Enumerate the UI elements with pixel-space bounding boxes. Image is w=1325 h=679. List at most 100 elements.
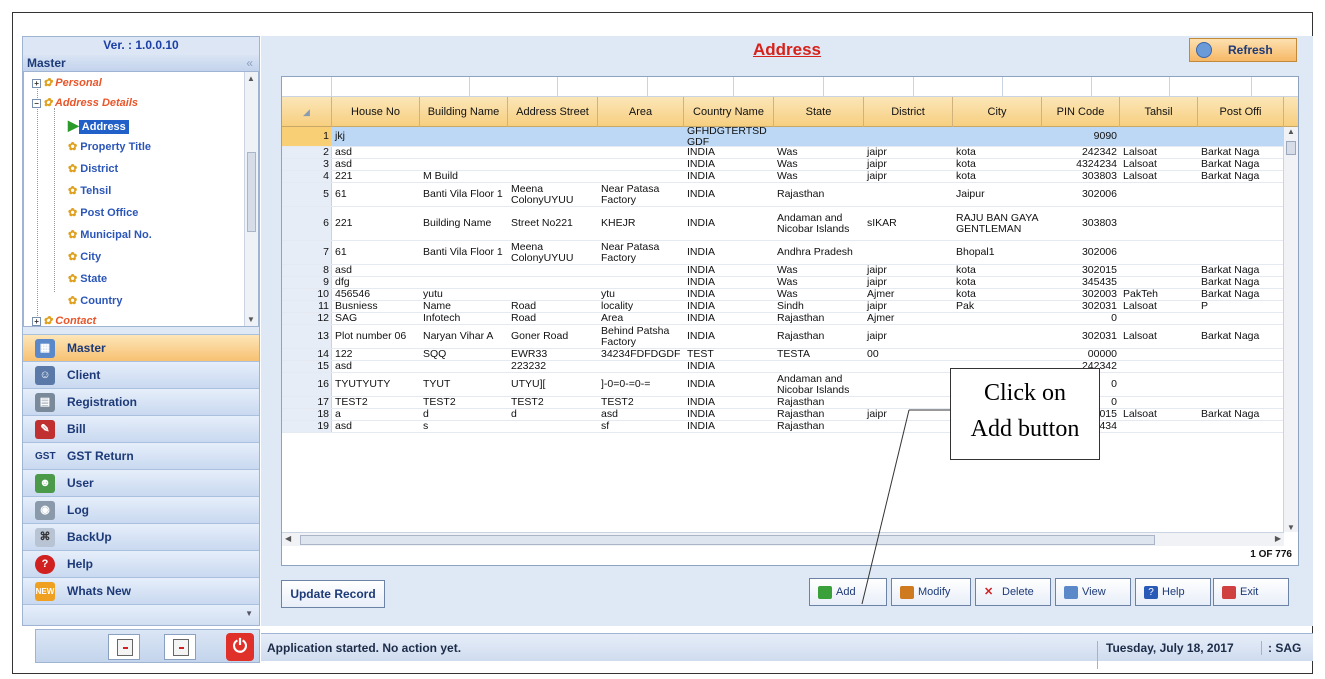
column-header[interactable]: Post Offi <box>1198 97 1284 127</box>
scroll-right-icon[interactable]: ▶ <box>1275 534 1281 543</box>
grid-vertical-scrollbar[interactable]: ▲ ▼ <box>1283 127 1298 532</box>
column-header[interactable]: Country Name <box>684 97 774 127</box>
table-row[interactable]: 14 122 SQQ EWR33 34234FDFDGDF TEST TESTA 00 0000… <box>282 349 1284 361</box>
grid-filter-row[interactable] <box>282 77 1298 97</box>
expand-icon[interactable]: + <box>32 79 41 88</box>
tree-node-country[interactable]: ✿ Country <box>68 292 122 310</box>
tree-node-city[interactable]: ✿ City <box>68 248 101 266</box>
filter-cell[interactable] <box>282 77 332 97</box>
table-row[interactable]: 18addasdINDIARajasthanjaiprJaipur302015L… <box>282 409 1284 421</box>
update-record-button[interactable]: Update Record <box>281 580 385 608</box>
nav-user[interactable]: ☻ User <box>23 469 259 496</box>
filter-cell[interactable] <box>914 77 1003 97</box>
table-row[interactable]: 5 61 Banti Vila Floor 1 Meena ColonyUYUU Nea… <box>282 183 1284 207</box>
table-cell <box>953 127 1042 146</box>
table-row[interactable]: 3 asd INDIA Was jaipr kota 4324234 Lalsoat Barka… <box>282 159 1284 171</box>
chevron-down-icon[interactable]: ▼ <box>245 609 253 618</box>
nav-gst-return[interactable]: GST GST Return <box>23 442 259 469</box>
table-row[interactable]: 2 asd INDIA Was jaipr kota 242342 Lalsoat Barkat… <box>282 147 1284 159</box>
refresh-button[interactable]: Refresh <box>1189 38 1297 62</box>
filter-cell[interactable] <box>1003 77 1092 97</box>
table-row[interactable]: 9 dfg INDIA Was jaipr kota 345435 Barkat Naga <box>282 277 1284 289</box>
table-row[interactable]: 15 asd 223232 INDIA 242342 <box>282 361 1284 373</box>
view-button[interactable]: View <box>1055 578 1131 606</box>
tree-node-address[interactable]: ▶ Address <box>68 116 129 134</box>
column-header[interactable]: Building Name <box>420 97 508 127</box>
grid-horizontal-scrollbar[interactable]: ◀ ▶ <box>282 532 1284 546</box>
table-row[interactable]: 8 asd INDIA Was jaipr kota 302015 Barkat Naga <box>282 265 1284 277</box>
exit-button[interactable]: Exit <box>1213 578 1289 606</box>
table-row[interactable]: 12 SAG Infotech Road Area INDIA Rajasthan Ajmer… <box>282 313 1284 325</box>
table-cell <box>508 159 598 170</box>
expand-icon[interactable]: + <box>32 317 41 326</box>
table-cell: Busniess <box>335 301 378 312</box>
filter-cell[interactable] <box>824 77 914 97</box>
grid-corner-cell[interactable]: ◢ <box>282 97 332 127</box>
tree-node-post-office[interactable]: ✿ Post Office <box>68 204 138 222</box>
filter-cell[interactable] <box>734 77 824 97</box>
scroll-up-icon[interactable]: ▲ <box>1287 127 1295 136</box>
grid-vscroll-thumb[interactable] <box>1286 141 1296 155</box>
nav-bill[interactable]: ✎ Bill <box>23 415 259 442</box>
table-row[interactable]: 19asdssfINDIARajasthanJaipur343434 <box>282 421 1284 433</box>
nav-client[interactable]: ☺ Client <box>23 361 259 388</box>
nav-backup[interactable]: ⌘ BackUp <box>23 523 259 550</box>
tree-node-tehsil[interactable]: ✿ Tehsil <box>68 182 111 200</box>
grid-hscroll-thumb[interactable] <box>300 535 1155 545</box>
scroll-down-icon[interactable]: ▼ <box>1287 523 1295 532</box>
nav-master[interactable]: ▦ Master <box>23 334 259 361</box>
tree-node-property-title[interactable]: ✿ Property Title <box>68 138 151 156</box>
nav-overflow-bar[interactable]: ▼ <box>23 604 259 625</box>
table-row[interactable]: 7 61 Banti Vila Floor 1 Meena ColonyUYUU Nea… <box>282 241 1284 265</box>
help-button[interactable]: ? Help <box>1135 578 1211 606</box>
scroll-left-icon[interactable]: ◀ <box>285 534 291 543</box>
tree-node-contact[interactable]: + ✿ Contact <box>32 312 96 326</box>
tree-node-personal[interactable]: + ✿ Personal <box>32 74 102 92</box>
tree-node-district[interactable]: ✿ District <box>68 160 118 178</box>
filter-cell[interactable] <box>558 77 648 97</box>
column-header[interactable]: Area <box>598 97 684 127</box>
minimize-window-button[interactable] <box>108 634 140 660</box>
column-header[interactable]: City <box>953 97 1042 127</box>
table-cell: Banti Vila Floor 1 <box>423 246 503 258</box>
tree-scrollbar[interactable]: ▲ ▼ <box>244 72 258 326</box>
filter-cell[interactable] <box>382 77 470 97</box>
tree-node-state[interactable]: ✿ State <box>68 270 107 288</box>
nav-help[interactable]: ? Help <box>23 550 259 577</box>
delete-button[interactable]: ✕ Delete <box>975 578 1051 606</box>
add-button[interactable]: Add <box>809 578 887 606</box>
restore-window-button[interactable] <box>164 634 196 660</box>
filter-cell[interactable] <box>1170 77 1252 97</box>
nav-whats-new[interactable]: NEW Whats New <box>23 577 259 604</box>
modify-button[interactable]: Modify <box>891 578 971 606</box>
table-cell: 302003 <box>1081 289 1117 300</box>
table-row[interactable]: 13 Plot number 06 Naryan Vihar A Goner Road… <box>282 325 1284 349</box>
nav-log[interactable]: ◉ Log <box>23 496 259 523</box>
table-row[interactable]: 10 456546 yutu ytu INDIA Was Ajmer kota 302003 Pa… <box>282 289 1284 301</box>
table-row[interactable]: 17 TEST2 TEST2 TEST2 TEST2 INDIA Rajasthan 0 <box>282 397 1284 409</box>
column-header[interactable]: PIN Code <box>1042 97 1120 127</box>
nav-registration[interactable]: ▤ Registration <box>23 388 259 415</box>
tree-node-municipal-no[interactable]: ✿ Municipal No. <box>68 226 152 244</box>
scroll-down-icon[interactable]: ▼ <box>247 315 255 324</box>
table-row[interactable]: 4 221 M Build INDIA Was jaipr kota 303803 Lalsoa… <box>282 171 1284 183</box>
table-row[interactable]: 11 Busniess Name Road locality INDIA Sindh jaip… <box>282 301 1284 313</box>
scroll-up-icon[interactable]: ▲ <box>247 74 255 83</box>
column-header[interactable]: Tahsil <box>1120 97 1198 127</box>
column-header[interactable]: House No <box>332 97 420 127</box>
table-row[interactable]: 1 jkj GFHDGTERTSD GDF 9090 <box>282 127 1284 147</box>
filter-cell[interactable] <box>1092 77 1170 97</box>
collapse-node-icon[interactable]: − <box>32 99 41 108</box>
power-button[interactable]: ⏻ <box>226 633 254 661</box>
table-row[interactable]: 16 TYUTYUTY TYUT UTYU][]-0=0-=0-= INDIA Andam… <box>282 373 1284 397</box>
filter-cell[interactable] <box>648 77 734 97</box>
tree-scroll-thumb[interactable] <box>247 152 256 232</box>
master-panel-header[interactable]: Master « <box>23 55 259 71</box>
column-header[interactable]: State <box>774 97 864 127</box>
table-row[interactable]: 6 221 Building Name Street No221 KHEJR INDIA A… <box>282 207 1284 241</box>
filter-cell[interactable] <box>470 77 558 97</box>
tree-node-address-details[interactable]: − ✿ Address Details <box>32 94 138 112</box>
collapse-icon[interactable]: « <box>246 55 253 71</box>
column-header[interactable]: Address Street <box>508 97 598 127</box>
column-header[interactable]: District <box>864 97 953 127</box>
